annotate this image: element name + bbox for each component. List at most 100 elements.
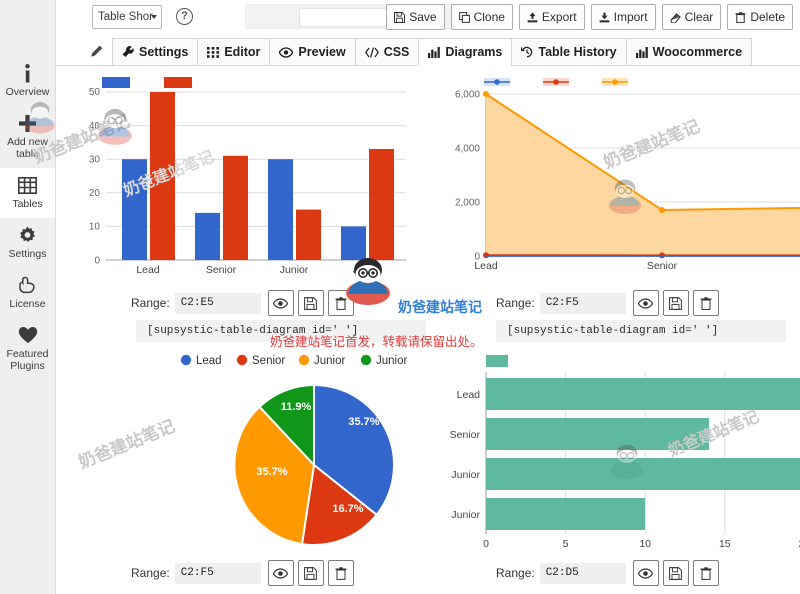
preview-diagram-3-button[interactable]: [267, 560, 294, 586]
svg-text:Junior: Junior: [451, 469, 480, 481]
clone-button[interactable]: Clone: [450, 4, 513, 30]
preview-diagram-1-button[interactable]: [267, 290, 294, 316]
save-diagram-2-button[interactable]: [662, 290, 689, 316]
range-input-diagram-2[interactable]: [539, 292, 626, 314]
diagram-panel-1: 50 40 30 20 10 0 Lead Senior Junior Juni…: [76, 68, 436, 283]
chevron-down-icon: [151, 15, 157, 19]
bar-group-junior-2: [341, 149, 394, 260]
legend-dot-senior: [236, 354, 248, 366]
clone-icon: [458, 11, 470, 23]
hand-pointer-icon: [18, 275, 37, 295]
area-series3-fill: [486, 94, 800, 256]
top-toolbar: Table Shor ? Save Clone Export Import Cl…: [56, 0, 800, 36]
svg-text:Junior: Junior: [376, 355, 407, 367]
pie-label-junior-1: 35.7%: [256, 466, 287, 478]
range-label: Range:: [131, 566, 170, 580]
svg-text:Junior: Junior: [280, 264, 309, 276]
sidebar-item-settings[interactable]: Settings: [0, 218, 55, 268]
sidebar-item-label: Settings: [8, 248, 47, 260]
legend-swatch-series1: [486, 355, 508, 367]
sidebar-item-tables[interactable]: Tables: [0, 168, 55, 218]
plus-icon: [18, 113, 37, 133]
help-icon[interactable]: ?: [176, 8, 193, 25]
bar-group-senior: [195, 155, 248, 260]
svg-text:Lead: Lead: [196, 355, 222, 367]
sidebar-item-overview[interactable]: Overview: [0, 56, 55, 106]
tab-table-history[interactable]: Table History: [511, 38, 626, 66]
tab-woocommerce[interactable]: Woocommerce: [625, 38, 753, 66]
bar-chart-diagram-1[interactable]: 50 40 30 20 10 0 Lead Senior Junior Juni…: [76, 68, 416, 283]
svg-text:15: 15: [719, 538, 731, 550]
svg-text:30: 30: [89, 155, 101, 166]
svg-text:Junior: Junior: [451, 509, 480, 521]
svg-text:Senior: Senior: [206, 264, 237, 276]
svg-text:10: 10: [89, 222, 101, 233]
import-icon: [599, 12, 610, 23]
svg-text:Lead: Lead: [457, 389, 481, 401]
tab-editor[interactable]: Editor: [197, 38, 270, 66]
sidebar-item-add-new-table[interactable]: Add new table: [0, 106, 55, 168]
save-diagram-1-button[interactable]: [297, 290, 324, 316]
tabs: Settings Editor Preview CSS Diagrams Tab…: [112, 38, 753, 66]
delete-button[interactable]: Delete: [727, 4, 793, 30]
diagram-1-controls: Range:: [131, 290, 354, 316]
legend-series1: [484, 78, 510, 86]
svg-text:0: 0: [483, 538, 489, 550]
range-label: Range:: [496, 566, 535, 580]
shortcode-field-2[interactable]: [supsystic-table-diagram id=' ']: [496, 320, 786, 342]
svg-text:20: 20: [89, 188, 101, 199]
svg-text:2,000: 2,000: [455, 198, 480, 209]
horizontal-bar-chart-diagram-4[interactable]: Lead Senior Junior Junior 0 5 10 15 20: [436, 348, 800, 554]
pie-label-senior: 16.7%: [332, 503, 363, 515]
clear-button[interactable]: Clear: [661, 4, 722, 30]
svg-text:Senior: Senior: [252, 355, 285, 367]
export-button-label: Export: [541, 10, 577, 24]
legend-dot-junior-1: [298, 354, 310, 366]
bar-group-junior-1: [268, 159, 321, 260]
range-input-diagram-3[interactable]: [174, 562, 261, 584]
delete-diagram-4-button[interactable]: [692, 560, 719, 586]
tab-label: CSS: [383, 45, 410, 59]
table-shortcode-select[interactable]: Table Shor: [92, 5, 162, 29]
admin-sidebar: Overview Add new table Tables Settings L…: [0, 0, 56, 594]
pie-legend: Lead Senior Junior Junior: [180, 354, 407, 367]
preview-diagram-4-button[interactable]: [632, 560, 659, 586]
bar-chart-icon: [635, 46, 648, 58]
save-diagram-3-button[interactable]: [297, 560, 324, 586]
save-button[interactable]: Save: [386, 4, 445, 30]
sidebar-item-featured-plugins[interactable]: Featured Plugins: [0, 318, 55, 380]
import-button[interactable]: Import: [590, 4, 656, 30]
tab-label: Editor: [224, 45, 261, 59]
clone-button-label: Clone: [473, 10, 505, 24]
range-input-diagram-4[interactable]: [539, 562, 626, 584]
tab-css[interactable]: CSS: [354, 38, 419, 66]
tab-diagrams[interactable]: Diagrams: [418, 38, 512, 66]
save-diagram-4-button[interactable]: [662, 560, 689, 586]
heart-icon: [18, 325, 38, 345]
preview-diagram-2-button[interactable]: [632, 290, 659, 316]
svg-text:Senior: Senior: [647, 260, 678, 272]
pie-chart-diagram-3[interactable]: Lead Senior Junior Junior 35.7% 16.7% 35…: [76, 348, 466, 554]
legend-series2: [543, 78, 569, 86]
sidebar-item-license[interactable]: License: [0, 268, 55, 318]
diagram-panel-2: 6,000 4,000 2,000 0 Lead Senior Junior: [436, 68, 800, 283]
delete-diagram-2-button[interactable]: [692, 290, 719, 316]
sidebar-item-label: Add new table: [7, 136, 48, 160]
action-button-group: Save Clone Export Import Clear Delete: [386, 4, 793, 30]
import-button-label: Import: [613, 10, 648, 24]
export-button[interactable]: Export: [518, 4, 585, 30]
edit-title-pencil-icon[interactable]: [85, 41, 107, 61]
export-icon: [527, 11, 538, 23]
range-label: Range:: [131, 296, 170, 310]
range-input-diagram-1[interactable]: [174, 292, 261, 314]
tab-preview[interactable]: Preview: [269, 38, 355, 66]
sidebar-item-label: Tables: [12, 198, 43, 210]
hbar-junior-2: [486, 498, 645, 530]
delete-diagram-1-button[interactable]: [327, 290, 354, 316]
tab-settings[interactable]: Settings: [112, 38, 198, 66]
info-icon: [23, 63, 32, 83]
delete-diagram-3-button[interactable]: [327, 560, 354, 586]
tab-label: Diagrams: [445, 45, 503, 59]
area-chart-diagram-2[interactable]: 6,000 4,000 2,000 0 Lead Senior Junior: [436, 68, 800, 283]
shortcode-field-1[interactable]: [supsystic-table-diagram id=' ']: [136, 320, 426, 342]
